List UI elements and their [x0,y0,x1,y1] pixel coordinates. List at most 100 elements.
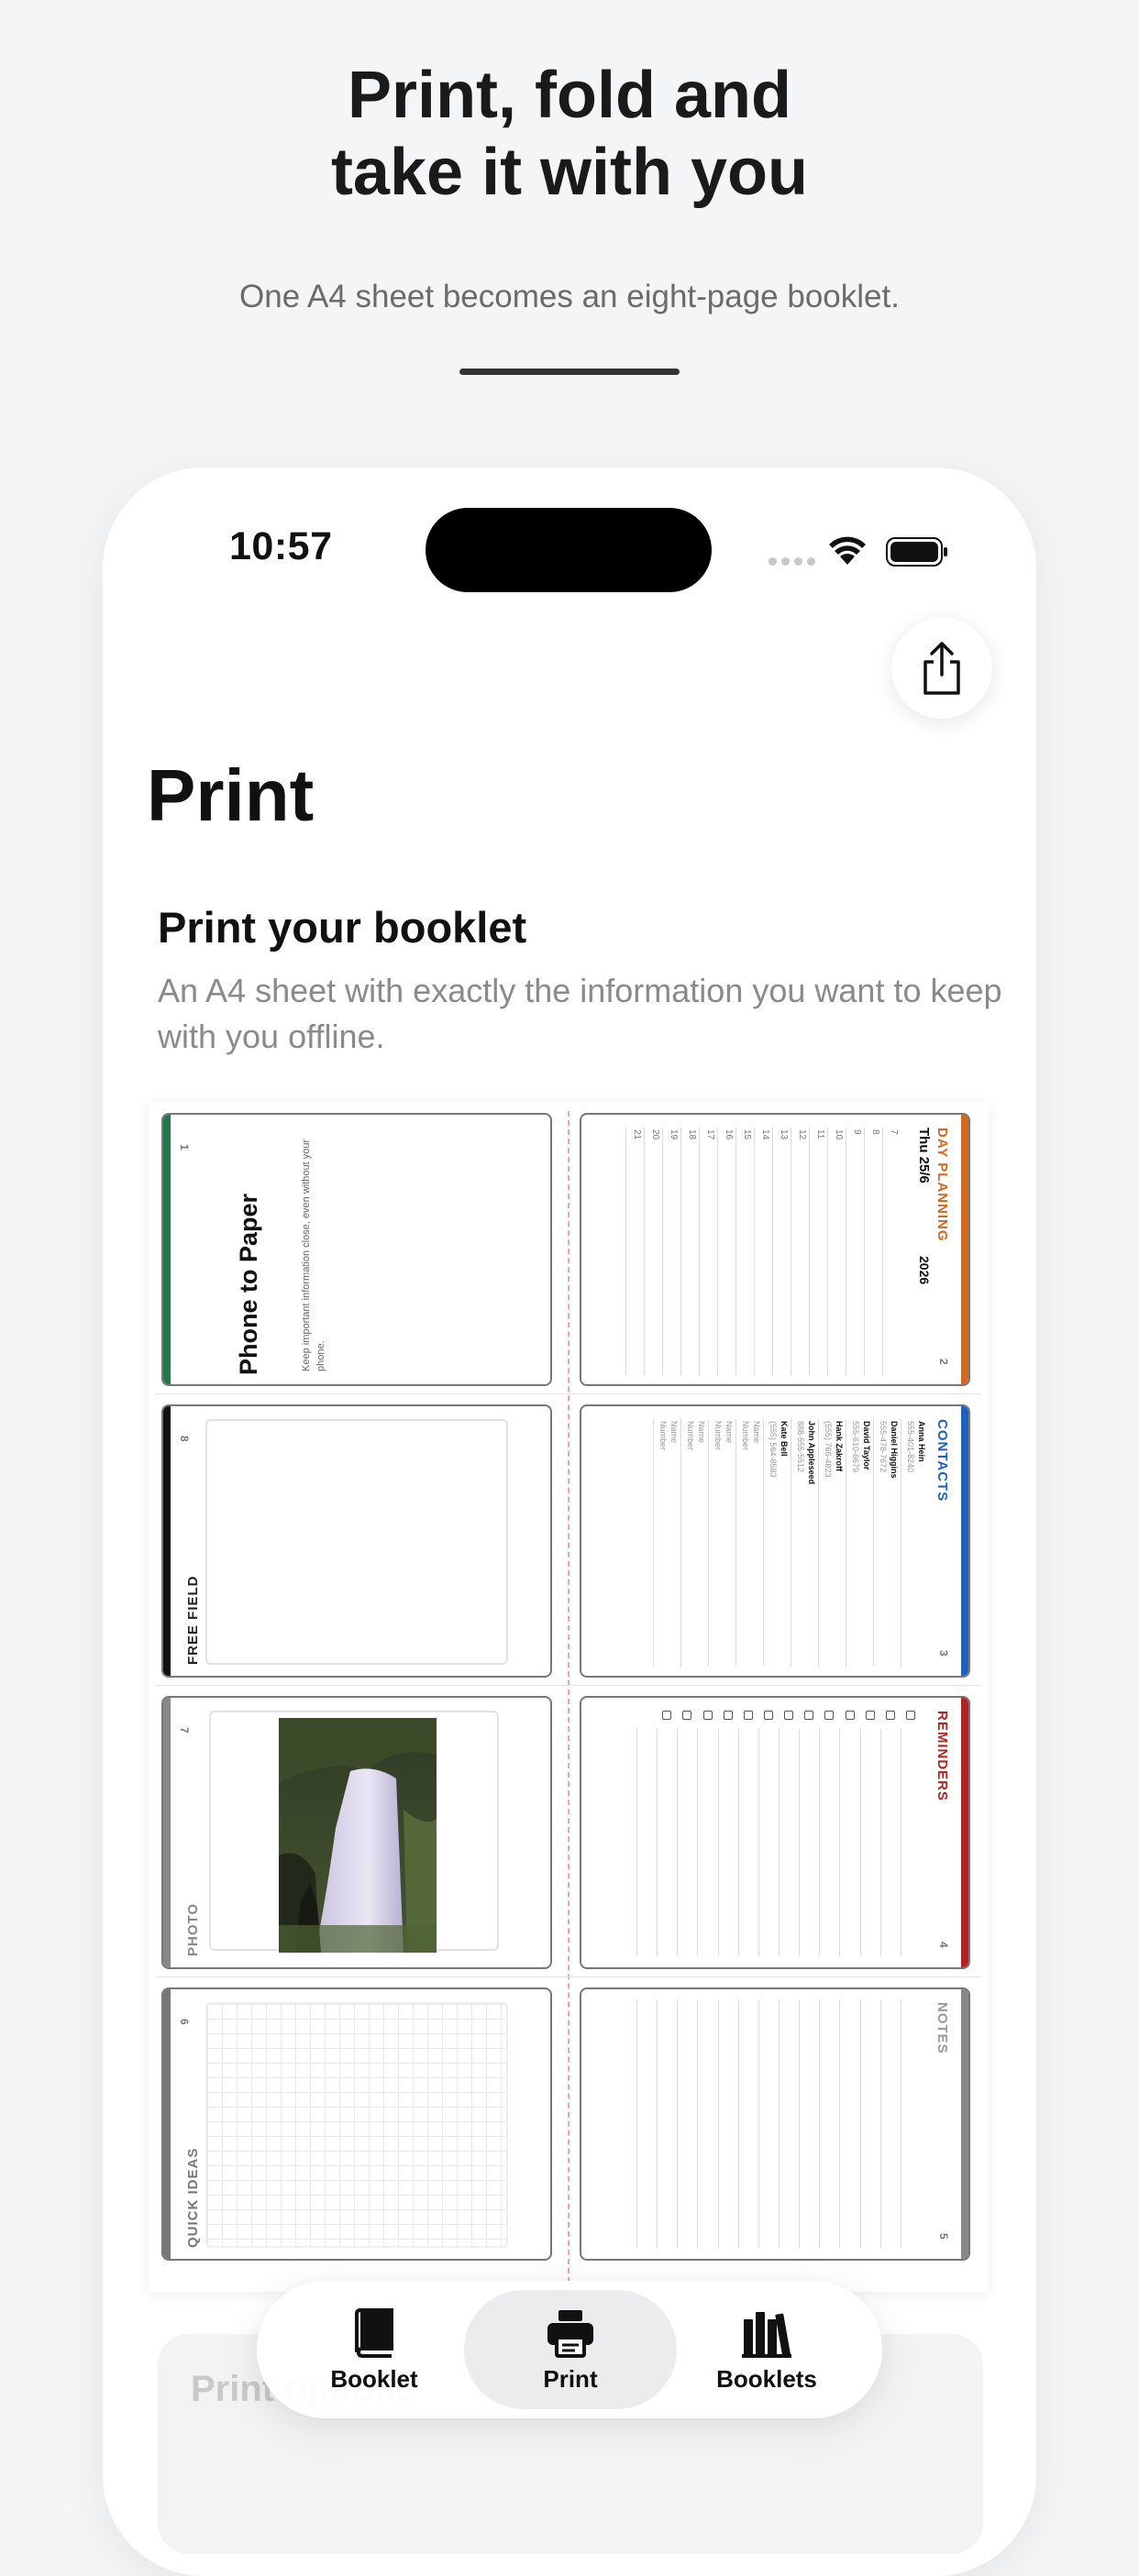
hour-line [754,1128,755,1375]
hour-label: 16 [724,1129,734,1140]
dynamic-island [426,508,712,592]
reminder-line [636,1729,637,1956]
free-field-header: FREE FIELD [185,1575,201,1665]
reminder-line [757,1729,759,1956]
quick-ideas-color-band [163,1989,171,2259]
hour-line [699,1128,700,1375]
hour-label: 19 [669,1129,679,1140]
checkbox-icon [824,1711,835,1720]
cut-line [156,1393,981,1394]
contact-list: Anna Hein 555-401-8240 Daniel Higgins 555-4… [625,1419,928,1667]
contact-name: John Appleseed [807,1421,816,1485]
tab-booklet-label: Booklet [330,2364,418,2393]
booklet-sheet-preview[interactable]: 1 Phone to Paper Keep important informat… [149,1102,989,2292]
contact-name: David Taylor [862,1421,871,1470]
hour-label: 15 [742,1129,752,1140]
checkbox-icon [905,1711,915,1720]
cover-text: Keep important information close, even w… [301,1139,326,1371]
contacts-header: CONTACTS [934,1419,950,1503]
day-planning-header: DAY PLANNING [934,1128,950,1242]
contact-name: Name [752,1421,761,1444]
contact-line [818,1419,819,1667]
page-number: 6 [178,2019,191,2025]
hour-line [680,1128,681,1375]
book-icon [355,2307,393,2358]
note-line [717,2000,719,2248]
tab-print[interactable]: Print [464,2290,677,2409]
photo-header: PHOTO [185,1902,201,1956]
note-line [779,2000,780,2248]
hour-label: 9 [852,1129,862,1135]
hour-label: 20 [650,1129,660,1140]
hour-line [662,1128,663,1375]
promo-divider [459,369,680,375]
day-planning-color-band [961,1115,968,1384]
signal-dots-icon [769,557,815,566]
note-line [757,2000,759,2248]
photo-color-band [163,1698,171,1967]
note-line [799,2000,801,2248]
contact-phone: Number [686,1421,695,1451]
reminder-line [799,1729,801,1956]
hour-line [735,1128,736,1375]
section-description: An A4 sheet with exactly the information… [158,972,1002,1055]
checkbox-icon [682,1711,692,1720]
contact-phone: Number [713,1421,723,1451]
note-line [737,2000,739,2248]
printer-icon [547,2309,593,2358]
cover-color-band [163,1115,171,1384]
hour-line [625,1128,626,1375]
hour-line [717,1128,718,1375]
contact-line [680,1419,681,1667]
reminders-header: REMINDERS [934,1711,950,1802]
page-number: 2 [937,1359,950,1365]
note-line [819,2000,821,2248]
contact-phone: (555) 766-4823 [824,1421,833,1478]
contacts-page: CONTACTS 3 Anna Hein 555-401-8240 Daniel H… [580,1404,970,1678]
contact-name: Name [697,1421,706,1444]
reminder-line [697,1729,699,1956]
hour-line [644,1128,645,1375]
waterfall-photo [279,1718,437,1953]
hour-label: 11 [815,1129,825,1139]
fold-line [568,1111,570,2283]
contact-line [708,1419,709,1667]
hour-label: 21 [632,1129,642,1140]
page-title: Print [147,754,315,836]
note-lines [636,2000,921,2248]
page-number: 4 [937,1942,950,1948]
reminder-line [839,1729,841,1956]
reminder-line [677,1729,679,1956]
phone-frame: 10:57 Print Print your booklet An A4 she… [103,468,1036,2576]
contact-phone: 888-555-5512 [796,1421,805,1473]
reminder-line [859,1729,861,1956]
share-button[interactable] [891,618,992,719]
share-icon [923,642,960,695]
contact-name: Anna Hein [917,1421,926,1462]
note-line [697,2000,699,2248]
hour-label: 10 [834,1129,844,1140]
photo-page: 7 PHOTO [161,1696,552,1969]
checkbox-icon [723,1711,733,1720]
contact-line [653,1419,654,1667]
hour-line [827,1128,828,1375]
tab-booklets-label: Booklets [716,2364,817,2393]
contact-phone: Number [741,1421,750,1451]
day-planning-page: DAY PLANNING Thu 25/6 2026 2 7 8 9 10 11 12 13… [580,1113,970,1386]
reminders-page: REMINDERS 4 [580,1696,970,1969]
note-line [657,2000,658,2248]
checkbox-icon [865,1711,875,1720]
wifi-icon [829,536,866,565]
tab-booklet[interactable]: Booklet [268,2290,481,2409]
contact-name: Name [724,1421,734,1444]
page-number: 3 [937,1650,950,1657]
tab-booklets[interactable]: Booklets [660,2290,873,2409]
hour-label: 13 [779,1129,789,1140]
hour-line [772,1128,773,1375]
page-number: 1 [178,1144,191,1150]
cover-page: 1 Phone to Paper Keep important informat… [161,1113,552,1386]
hour-label: 18 [687,1129,697,1140]
contact-name: Kate Bell [780,1421,789,1457]
reminder-line [819,1729,821,1956]
day-planning-year: 2026 [917,1256,932,1285]
